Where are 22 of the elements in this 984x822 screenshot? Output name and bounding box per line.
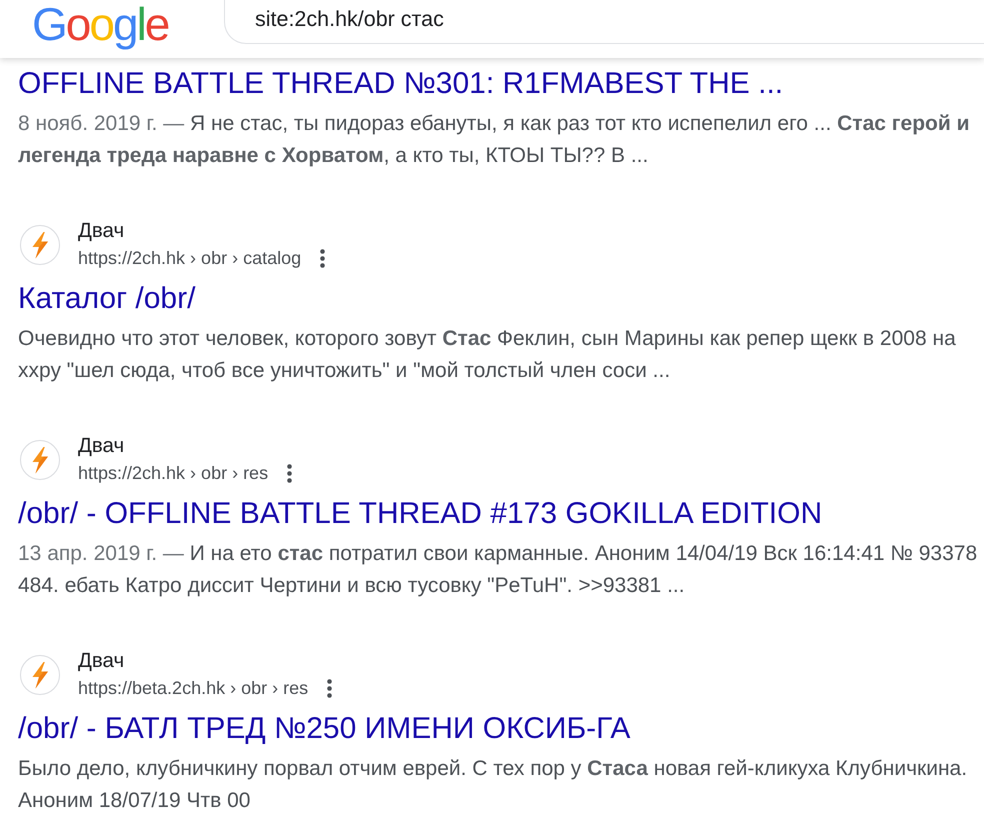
menu-icon[interactable] xyxy=(320,248,326,268)
google-logo[interactable]: Google xyxy=(32,0,168,48)
result-snippet: 8 нояб. 2019 г. — Я не стас, ты пидораз ебануты, я как раз тот кто испепелил его ... Стас герой и легенда треда наравне с Хорватом, а кто ты, КТОЫ ТЫ?? В ... xyxy=(18,111,971,169)
site-name: Двач xyxy=(78,649,124,673)
result-url: https://2ch.hk › obr › res xyxy=(78,462,268,485)
lightning-bolt-icon xyxy=(20,440,60,480)
lightning-bolt-icon xyxy=(20,654,60,694)
result-title-link[interactable]: /obr/ - OFFLINE BATTLE THREAD #173 GOKILLA EDITION xyxy=(18,496,822,532)
menu-icon[interactable] xyxy=(327,678,332,698)
result-snippet: 13 апр. 2019 г. — И на ето стас потратил свои карманные. Аноним 14/04/19 Вск 16:14:41 № 93378 484. ебать Катро диссит Чертини и всю тусовку "PeTuH". >>93381 ... xyxy=(18,541,978,599)
menu-icon[interactable] xyxy=(287,464,292,482)
site-name: Двач xyxy=(78,219,124,243)
result-snippet: Очевидно что этот человек, которого зовут Стас Феклин, сын Марины как репер щекк в 2008 на ххру "шел сюда, чтоб все уничтожить" и "мой толстый член соси ... xyxy=(18,326,957,384)
result-url: https://2ch.hk › obr › catalog xyxy=(78,247,302,270)
result-title-link[interactable]: Каталог /obr/ xyxy=(18,281,196,317)
lightning-bolt-icon xyxy=(20,224,60,264)
result-snippet: Было дело, клубничкину порвал отчим еврей. С тех пор у Стаса новая гей-кликуха Клубничкина. Аноним 18/07/19 Чтв 00 xyxy=(18,756,968,814)
search-field[interactable]: site:2ch.hk/obr стас xyxy=(224,0,984,44)
site-name: Двач xyxy=(78,434,124,458)
result-url: https://beta.2ch.hk › obr › res xyxy=(78,677,308,700)
result-title-link[interactable]: /obr/ - БАТЛ ТРЕД №250 ИМЕНИ ОКСИБ-ГА xyxy=(18,711,630,747)
result-title-link[interactable]: OFFLINE BATTLE THREAD №301: R1FMABEST THE ... xyxy=(18,66,784,102)
